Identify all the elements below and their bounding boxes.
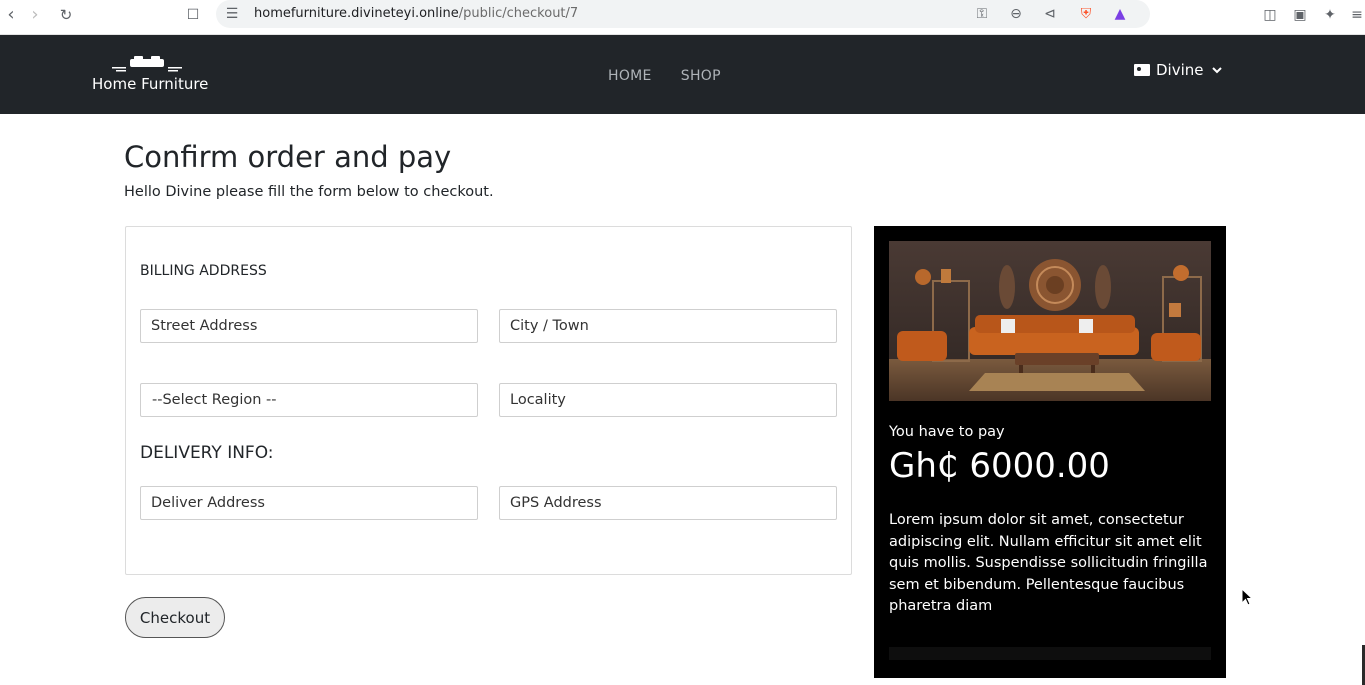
furniture-image (889, 241, 1211, 401)
street-address-input[interactable] (140, 309, 478, 343)
delivery-heading: DELIVERY INFO: (140, 443, 274, 463)
page-subtitle: Hello Divine please fill the form below … (124, 184, 494, 200)
user-name: Divine (1156, 61, 1204, 79)
mouse-cursor-icon (1241, 588, 1254, 606)
gps-address-input[interactable] (499, 486, 837, 520)
deliver-address-input[interactable] (140, 486, 478, 520)
url-text[interactable]: homefurniture.divineteyi.online/public/c… (254, 6, 578, 21)
payment-summary: You have to pay Gh₵ 6000.00 Lorem ipsum … (874, 226, 1226, 678)
city-town-input[interactable] (499, 309, 837, 343)
leo-ai-icon[interactable]: ✦ (1320, 5, 1340, 25)
site-settings-icon[interactable]: ☰ (222, 4, 242, 24)
browser-toolbar: ‹ › ↻ ☐ ☰ homefurniture.divineteyi.onlin… (0, 0, 1365, 35)
sidebar-icon[interactable]: ◫ (1260, 5, 1280, 25)
user-menu[interactable]: Divine (1134, 61, 1222, 79)
menu-icon[interactable]: ≡ (1347, 5, 1365, 25)
brave-rewards-icon[interactable]: ▲ (1110, 4, 1130, 24)
password-key-icon[interactable]: ⚿ (972, 4, 992, 24)
nav-home[interactable]: HOME (608, 68, 652, 84)
forward-icon[interactable]: › (24, 4, 46, 26)
site-header: Home Furniture HOME SHOP Divine (0, 35, 1365, 114)
back-icon[interactable]: ‹ (0, 4, 22, 26)
reload-icon[interactable]: ↻ (55, 4, 77, 26)
wallet-icon[interactable]: ▣ (1290, 5, 1310, 25)
pay-amount: Gh₵ 6000.00 (889, 446, 1110, 486)
furniture-illustration (889, 241, 1211, 401)
site-logo[interactable]: Home Furniture (92, 55, 208, 95)
nav-shop[interactable]: SHOP (681, 68, 721, 84)
brave-shield-icon[interactable]: ⛨ (1076, 4, 1096, 24)
share-icon[interactable]: ⊲ (1040, 4, 1060, 24)
bookmark-icon[interactable]: ☐ (182, 4, 204, 26)
main-nav: HOME SHOP (608, 65, 745, 84)
logo-text: Home Furniture (92, 75, 209, 93)
url-host: homefurniture.divineteyi.online (254, 6, 459, 21)
sofa-logo-icon (112, 56, 182, 72)
billing-heading: BILLING ADDRESS (140, 263, 267, 279)
chevron-down-icon (1212, 67, 1222, 74)
zoom-out-icon[interactable]: ⊖ (1006, 4, 1026, 24)
checkout-button[interactable]: Checkout (125, 597, 225, 638)
summary-footer-strip (889, 647, 1211, 660)
page-title: Confirm order and pay (124, 140, 452, 174)
summary-description: Lorem ipsum dolor sit amet, consectetur … (889, 512, 1208, 614)
region-select[interactable]: --Select Region -- (140, 383, 478, 417)
locality-input[interactable] (499, 383, 837, 417)
pay-label: You have to pay (889, 424, 1005, 440)
checkout-form: BILLING ADDRESS --Select Region -- DELIV… (125, 226, 852, 575)
address-bar[interactable]: ☰ homefurniture.divineteyi.online/public… (216, 0, 1150, 28)
user-card-icon (1134, 64, 1150, 76)
url-path: /public/checkout/7 (458, 6, 579, 21)
